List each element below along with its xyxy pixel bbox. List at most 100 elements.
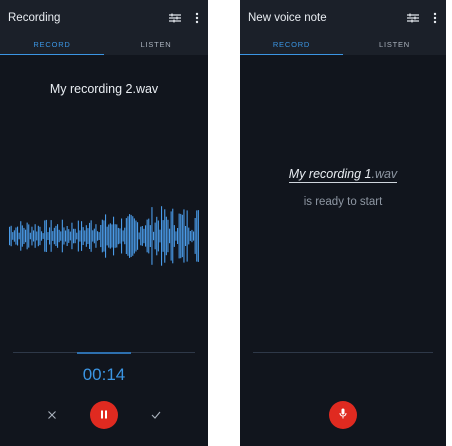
pause-icon xyxy=(100,406,108,424)
waveform-bar xyxy=(37,225,39,247)
waveform-bar xyxy=(167,219,169,253)
waveform-bar xyxy=(71,222,73,250)
waveform-bar xyxy=(132,216,134,256)
more-vert-icon[interactable] xyxy=(186,7,208,29)
waveform-bar xyxy=(114,224,116,248)
waveform-bar xyxy=(185,226,187,246)
waveform-bar xyxy=(111,224,113,248)
waveform-bar xyxy=(41,231,43,241)
waveform-bar xyxy=(157,220,159,252)
waveform-bar xyxy=(194,218,196,254)
waveform-bar xyxy=(141,226,143,246)
waveform-bar xyxy=(44,220,46,252)
waveform-bar xyxy=(149,225,151,247)
waveform-bar xyxy=(58,229,60,243)
waveform-bar xyxy=(84,230,86,242)
waveform-bar xyxy=(133,218,135,254)
waveform-bar xyxy=(197,210,199,262)
waveform-bar xyxy=(69,231,71,241)
progress-track[interactable] xyxy=(13,351,195,354)
waveform-bar xyxy=(95,224,97,248)
waveform-bar xyxy=(25,229,27,243)
app-bar: Recording xyxy=(0,0,208,36)
ready-filename-base: My recording 1 xyxy=(288,167,372,181)
waveform-bar xyxy=(23,227,25,244)
waveform-bar xyxy=(31,226,33,246)
record-button[interactable] xyxy=(329,401,357,429)
waveform-bar xyxy=(148,218,150,254)
waveform-bar xyxy=(108,224,110,248)
cancel-button[interactable] xyxy=(44,407,60,423)
waveform-bar xyxy=(39,226,41,246)
waveform-bar xyxy=(61,219,63,253)
waveform-bar xyxy=(119,228,121,244)
tab-listen[interactable]: LISTEN xyxy=(104,36,208,55)
waveform-bar xyxy=(186,210,188,262)
mic-icon xyxy=(339,406,347,424)
waveform-bar xyxy=(116,224,118,248)
tab-listen[interactable]: LISTEN xyxy=(343,36,446,55)
waveform-bar xyxy=(135,220,137,252)
waveform-bar xyxy=(42,233,44,239)
check-icon xyxy=(151,406,161,424)
waveform-bar xyxy=(106,226,108,246)
tune-icon[interactable] xyxy=(402,7,424,29)
waveform xyxy=(9,206,199,266)
new-voice-note-screen: New voice note RECORD LISTEN My recordin… xyxy=(240,0,446,446)
waveform-bar xyxy=(12,232,14,240)
waveform-bar xyxy=(9,226,11,246)
waveform-bar xyxy=(170,211,172,261)
waveform-bar xyxy=(105,214,107,258)
waveform-bar xyxy=(82,227,84,245)
recording-timer: 00:14 xyxy=(82,365,126,384)
waveform-bar xyxy=(57,224,59,248)
waveform-bar xyxy=(109,223,111,249)
pause-button[interactable] xyxy=(90,401,118,429)
tab-record[interactable]: RECORD xyxy=(240,36,343,55)
save-button[interactable] xyxy=(148,407,164,423)
waveform-bar xyxy=(189,231,191,241)
waveform-bar xyxy=(146,219,148,253)
waveform-bar xyxy=(129,214,131,258)
waveform-bar xyxy=(98,232,100,240)
waveform-bar xyxy=(100,225,102,248)
waveform-bar xyxy=(97,231,99,241)
waveform-bar xyxy=(74,228,76,244)
more-vert-icon[interactable] xyxy=(424,7,446,29)
tab-bar: RECORD LISTEN xyxy=(0,36,208,55)
waveform-bar xyxy=(45,219,47,252)
waveform-bar xyxy=(188,227,190,245)
waveform-bar xyxy=(127,216,129,256)
waveform-bar xyxy=(90,220,92,252)
app-bar-title: New voice note xyxy=(248,12,327,24)
waveform-bar xyxy=(87,228,89,244)
waveform-bar xyxy=(66,226,68,246)
waveform-bar xyxy=(17,226,19,246)
tab-record[interactable]: RECORD xyxy=(0,36,104,55)
waveform-bar xyxy=(81,221,83,251)
waveform-bar xyxy=(89,222,91,249)
waveform-bar xyxy=(143,228,145,244)
tune-icon[interactable] xyxy=(164,7,186,29)
waveform-bar xyxy=(76,232,78,240)
waveform-bar xyxy=(178,213,180,259)
waveform-bar xyxy=(92,230,94,242)
app-bar: New voice note xyxy=(240,0,446,36)
waveform-bar xyxy=(18,232,20,240)
waveform-bar xyxy=(21,225,23,247)
waveform-bar xyxy=(26,222,28,250)
waveform-bar xyxy=(101,219,103,253)
close-icon xyxy=(48,406,56,424)
waveform-bar xyxy=(77,220,79,252)
waveform-bar xyxy=(196,210,198,262)
waveform-bar xyxy=(124,227,126,245)
waveform-bar xyxy=(183,209,185,263)
waveform-bar xyxy=(151,207,153,265)
waveform-bar xyxy=(85,225,87,247)
ready-filename[interactable]: My recording 1.wav xyxy=(240,167,446,183)
waveform-bar xyxy=(121,218,123,254)
waveform-bar xyxy=(193,231,195,241)
waveform-bar xyxy=(113,216,115,256)
recording-screen: Recording RECORD LISTEN My recording 2.w… xyxy=(0,0,208,446)
waveform-bar xyxy=(138,232,140,240)
